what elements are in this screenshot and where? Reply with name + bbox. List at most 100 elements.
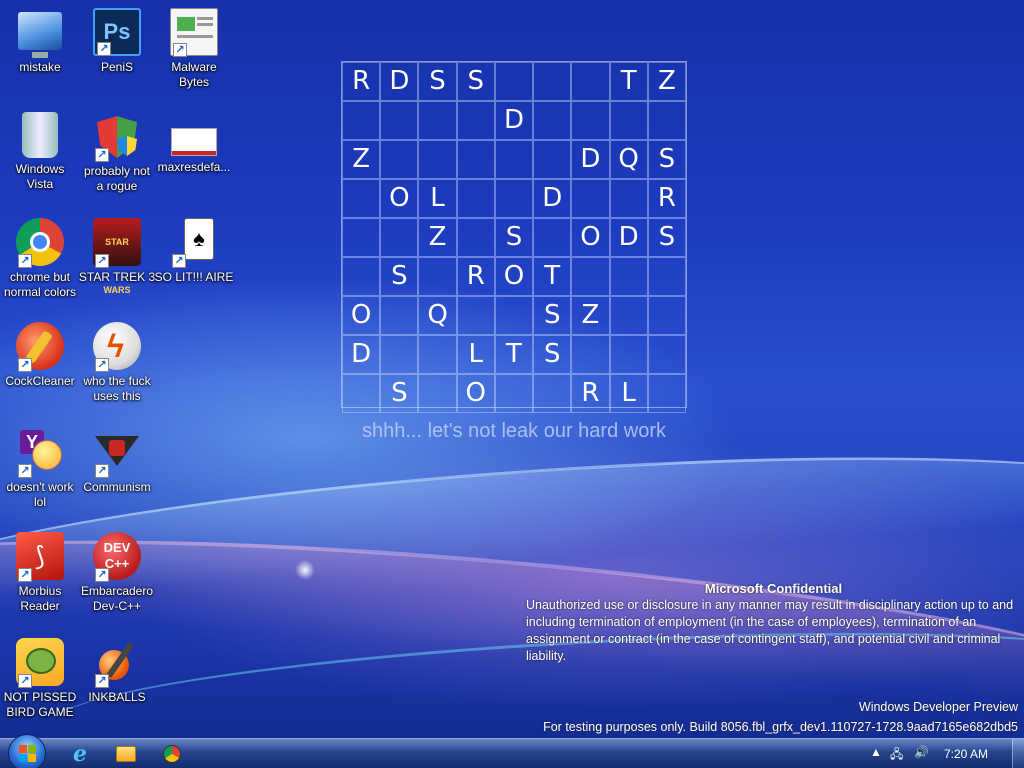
desktop-icon-not-pissed-bird[interactable]: ↗ NOT PISSED BIRD GAME: [0, 638, 80, 720]
grid-cell: [533, 101, 572, 140]
file-explorer-icon: [116, 746, 136, 762]
taskbar-chrome[interactable]: [152, 741, 192, 767]
document-icon: ↗: [170, 8, 218, 57]
grid-cell: T: [494, 335, 534, 374]
grid-cell: [418, 140, 457, 179]
grid-cell: R: [342, 62, 381, 101]
desktop-icon-morbius-reader[interactable]: ⟆ ↗ Morbius Reader: [0, 532, 80, 614]
desktop-icon-penis[interactable]: Ps ↗ PeniS: [77, 8, 157, 75]
grid-cell: [533, 140, 572, 179]
grid-cell: [456, 101, 495, 140]
grid-cell: L: [418, 179, 457, 218]
grid-cell: [342, 374, 381, 413]
taskbar-internet-explorer[interactable]: e: [60, 741, 100, 767]
grid-cell: [647, 296, 686, 335]
grid-cell: [380, 296, 419, 335]
grid-cell: [571, 179, 610, 218]
grid-cell: [418, 335, 457, 374]
desktop-icon-mistake[interactable]: mistake: [0, 8, 80, 75]
image-icon: [171, 128, 217, 156]
grid-cell: T: [533, 257, 572, 296]
grid-cell: [494, 179, 534, 218]
grid-cell: O: [571, 218, 610, 257]
grid-cell: T: [609, 62, 648, 101]
show-hidden-icons[interactable]: ▲: [870, 745, 882, 759]
grid-cell: [342, 179, 381, 218]
chrome-icon: ↗: [16, 218, 64, 268]
grid-cell: [342, 101, 381, 140]
grid-cell: D: [609, 218, 648, 257]
grid-cell: [342, 218, 381, 257]
grid-cell: [571, 257, 610, 296]
grid-cell: [418, 257, 457, 296]
build-string: For testing purposes only. Build 8056.fb…: [543, 720, 1018, 734]
emblem-icon: ↗: [93, 428, 141, 478]
desktop-icon-doesnt-work[interactable]: Y ↗ doesn't work lol: [0, 428, 80, 510]
desktop-icon-probably-not-a-rogue[interactable]: ↗ probably not a rogue: [77, 112, 157, 194]
desktop-icon-chrome[interactable]: ↗ chrome but normal colors: [0, 218, 80, 300]
grid-cell: Q: [609, 140, 648, 179]
grid-cell: [380, 218, 419, 257]
grid-cell: S: [380, 374, 419, 413]
taskbar-file-explorer[interactable]: [106, 741, 146, 767]
confidential-title: Microsoft Confidential: [704, 581, 843, 596]
grid-cell: Z: [342, 140, 381, 179]
taskbar: e ▲ 🖧 🔊 7:20 AM: [0, 734, 1024, 768]
grid-cell: [609, 335, 648, 374]
grid-cell: D: [533, 179, 572, 218]
desktop-icon-cockcleaner[interactable]: ↗ CockCleaner: [0, 322, 80, 389]
product-name: Windows Developer Preview: [858, 700, 1018, 714]
devcpp-icon: DEV C++ ↗: [93, 532, 141, 582]
grid-cell: R: [456, 257, 495, 296]
volume-icon[interactable]: 🔊: [914, 745, 929, 759]
grid-cell: [494, 374, 534, 413]
computer-icon: [18, 12, 62, 58]
grid-cell: S: [494, 218, 534, 257]
grid-cell: [647, 257, 686, 296]
grid-cell: [380, 335, 419, 374]
grid-cell: [609, 179, 648, 218]
grid-cell: [647, 374, 686, 413]
grid-cell: O: [456, 374, 495, 413]
show-desktop-button[interactable]: [1012, 739, 1024, 768]
grid-cell: [380, 101, 419, 140]
grid-cell: R: [647, 179, 686, 218]
grid-cell: [609, 296, 648, 335]
ccleaner-icon: ↗: [16, 322, 64, 372]
grid-cell: [418, 101, 457, 140]
confidential-body: Unauthorized use or disclosure in any ma…: [526, 598, 1014, 663]
grid-cell: S: [380, 257, 419, 296]
grid-cell: [571, 335, 610, 374]
grid-cell: [647, 101, 686, 140]
start-button[interactable]: [8, 734, 46, 768]
grid-cell: S: [647, 218, 686, 257]
grid-cell: S: [533, 296, 572, 335]
grid-cell: [609, 101, 648, 140]
wallpaper-glint: [295, 560, 315, 580]
grid-cell: [456, 218, 495, 257]
grid-cell: [533, 374, 572, 413]
desktop-icon-malwarebytes[interactable]: ↗ Malware Bytes: [154, 8, 234, 90]
desktop-icon-who-uses-this[interactable]: ϟ ↗ who the fuck uses this: [77, 322, 157, 404]
grid-cell: D: [380, 62, 419, 101]
desktop-icon-maxresdefault[interactable]: maxresdefa...: [154, 112, 234, 175]
grid-cell: Q: [418, 296, 457, 335]
grid-cell: [456, 179, 495, 218]
network-icon[interactable]: 🖧: [890, 745, 903, 766]
clock[interactable]: 7:20 AM: [944, 747, 988, 761]
desktop-icon-dev-cpp[interactable]: DEV C++ ↗ Embarcadero Dev-C++: [77, 532, 157, 614]
desktop-icon-communism[interactable]: ↗ Communism: [77, 428, 157, 495]
chrome-icon: [163, 745, 181, 763]
grid-cell: L: [456, 335, 495, 374]
grid-cell: [533, 62, 572, 101]
desktop-icon-inkballs[interactable]: ↗ INKBALLS: [77, 638, 157, 705]
desktop-icon-windows-vista[interactable]: Windows Vista: [0, 112, 80, 192]
grid-cell: O: [342, 296, 381, 335]
grid-cell: [342, 257, 381, 296]
grid-cell: Z: [418, 218, 457, 257]
desktop-icon-so-lit-aire[interactable]: ♠ ↗ SO LIT!!! AIRE: [154, 218, 234, 285]
grid-cell: S: [418, 62, 457, 101]
letter-grid: RDSSTZDZDQSOLDRZSODSSROTOQSZDLTSSORL: [341, 61, 687, 413]
desktop-icon-star-trek-3[interactable]: STAR WARS ↗ STAR TREK 3: [77, 218, 157, 295]
grid-cell: [533, 218, 572, 257]
